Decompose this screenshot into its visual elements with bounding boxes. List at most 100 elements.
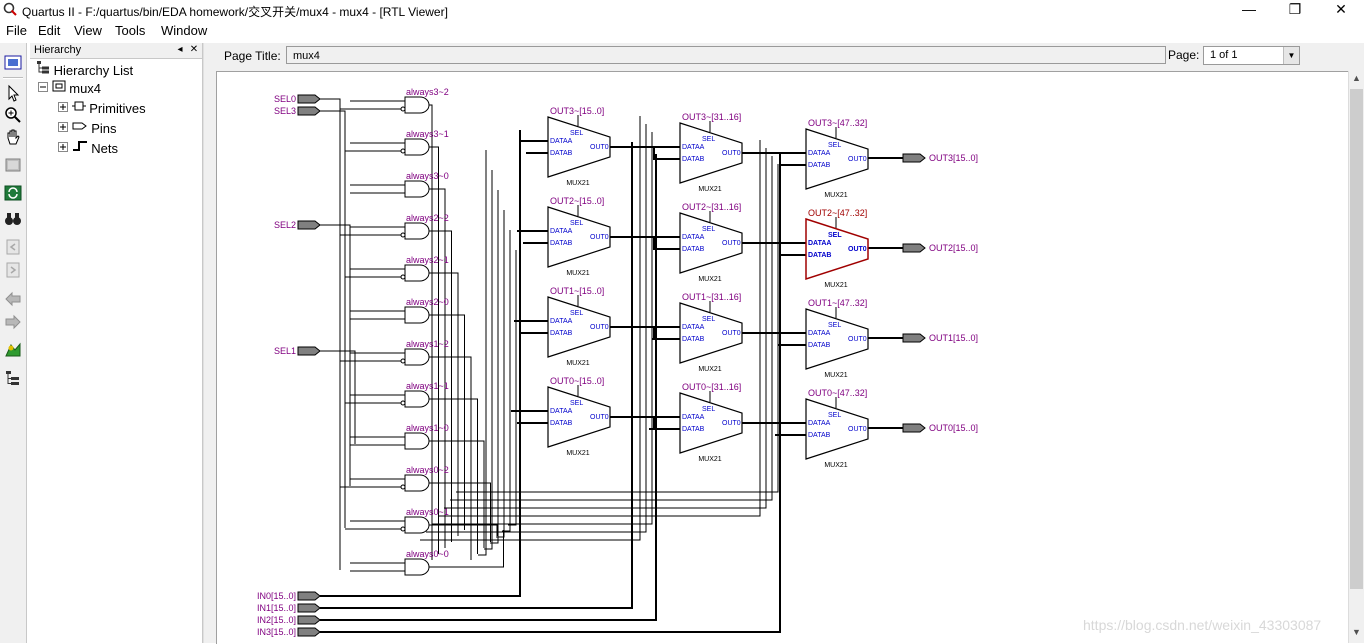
panel-splitter[interactable] bbox=[203, 43, 213, 643]
mux-pin-out: OUT0 bbox=[722, 240, 741, 247]
menu-bar: File Edit View Tools Window bbox=[0, 20, 1364, 40]
menu-edit[interactable]: Edit bbox=[38, 23, 60, 38]
mux-chain-bus bbox=[610, 236, 680, 250]
gate-label: always2~2 bbox=[406, 213, 449, 223]
mux-pin-datab: DATAB bbox=[550, 150, 573, 157]
mux-type-label: MUX21 bbox=[698, 456, 721, 463]
hierarchy-icon[interactable] bbox=[3, 368, 23, 388]
mux-type-label: MUX21 bbox=[824, 372, 847, 379]
mux-pin-dataa: DATAA bbox=[682, 144, 705, 151]
hand-icon[interactable] bbox=[3, 127, 23, 147]
menu-window[interactable]: Window bbox=[161, 23, 207, 38]
input-pin-label: SEL3 bbox=[274, 106, 296, 116]
forward-page-icon[interactable] bbox=[3, 260, 23, 280]
mux-type-label: MUX21 bbox=[824, 462, 847, 469]
mux-pin-dataa: DATAA bbox=[682, 414, 705, 421]
input-pin-sel1 bbox=[297, 346, 321, 356]
netlist-icon[interactable] bbox=[3, 340, 23, 360]
gate-output-wire bbox=[429, 146, 439, 554]
mux-pin-datab: DATAB bbox=[550, 330, 573, 337]
mux-pin-out: OUT0 bbox=[848, 246, 867, 253]
quartus-app-icon bbox=[3, 2, 17, 16]
menu-tools[interactable]: Tools bbox=[115, 23, 145, 38]
tree-root[interactable]: Hierarchy List bbox=[36, 60, 133, 78]
and-gate bbox=[404, 432, 430, 450]
and-gate bbox=[404, 264, 430, 282]
input-bus-pin-1 bbox=[297, 603, 321, 613]
expand-icon[interactable] bbox=[58, 102, 68, 112]
collapse-icon[interactable] bbox=[38, 82, 48, 92]
mux-label: OUT2~[47..32] bbox=[808, 208, 867, 218]
binoculars-icon[interactable] bbox=[3, 209, 23, 229]
title-bar: Quartus II - F:/quartus/bin/EDA homework… bbox=[0, 0, 1364, 20]
page-title-label: Page Title: bbox=[224, 49, 281, 63]
page-select[interactable]: 1 of 1 ▼ bbox=[1203, 46, 1300, 65]
mux-pin-dataa: DATAA bbox=[808, 240, 831, 247]
output-pin-3 bbox=[902, 423, 926, 433]
and-gate bbox=[404, 558, 430, 576]
schematic[interactable]: SEL0 SEL3 SEL2 SEL1 IN0[15..0] IN1[15..0] IN2[… bbox=[217, 72, 1348, 644]
mux-pin-sel: SEL bbox=[828, 232, 842, 239]
mux-pin-out: OUT0 bbox=[848, 156, 867, 163]
mux-label: OUT2~[15..0] bbox=[550, 196, 604, 206]
menu-file[interactable]: File bbox=[6, 23, 27, 38]
chevron-down-icon[interactable]: ▼ bbox=[1283, 47, 1299, 64]
minimize-button[interactable]: — bbox=[1226, 0, 1272, 20]
gate-output-wire bbox=[429, 272, 459, 536]
scroll-thumb[interactable] bbox=[1350, 89, 1363, 589]
mux-label: OUT0~[31..16] bbox=[682, 382, 741, 392]
tree-item-nets-label: Nets bbox=[91, 141, 118, 157]
schematic-canvas[interactable]: SEL0 SEL3 SEL2 SEL1 IN0[15..0] IN1[15..0] IN2[… bbox=[216, 71, 1348, 644]
select-icon[interactable] bbox=[3, 83, 23, 103]
gate-label: always1~2 bbox=[406, 339, 449, 349]
expand-icon[interactable] bbox=[58, 122, 68, 132]
scroll-down-icon[interactable]: ▼ bbox=[1352, 627, 1361, 637]
hierarchy-panel-header: Hierarchy ◂ ✕ bbox=[30, 43, 202, 59]
input-bus-label: IN3[15..0] bbox=[257, 627, 296, 637]
inverter-bubble bbox=[400, 400, 406, 406]
rtl-viewer-icon[interactable] bbox=[3, 53, 23, 73]
refresh-icon[interactable] bbox=[3, 183, 23, 203]
mux-pin-out: OUT0 bbox=[590, 234, 609, 241]
back-page-icon[interactable] bbox=[3, 237, 23, 257]
vertical-scrollbar[interactable]: ▲ ▼ bbox=[1348, 71, 1364, 643]
and-gate bbox=[404, 180, 430, 198]
back-icon[interactable] bbox=[3, 289, 23, 309]
output-pin-label: OUT1[15..0] bbox=[929, 333, 978, 343]
mux-pin-sel: SEL bbox=[828, 412, 841, 419]
mux-chain-bus bbox=[610, 416, 680, 430]
panel-dock-button[interactable]: ◂ bbox=[174, 43, 186, 57]
forward-icon[interactable] bbox=[3, 312, 23, 332]
entity-icon bbox=[52, 80, 66, 92]
scroll-up-icon[interactable]: ▲ bbox=[1352, 73, 1361, 83]
close-button[interactable]: ✕ bbox=[1318, 0, 1364, 20]
expand-icon[interactable] bbox=[58, 142, 68, 152]
mux-pin-datab: DATAB bbox=[550, 240, 573, 247]
sel-net bbox=[320, 98, 341, 570]
restore-button[interactable]: ❐ bbox=[1272, 0, 1318, 20]
tree-item-nets[interactable]: Nets bbox=[58, 140, 118, 158]
mux-type-label: MUX21 bbox=[698, 276, 721, 283]
mux-pin-out: OUT0 bbox=[590, 414, 609, 421]
panel-close-button[interactable]: ✕ bbox=[188, 43, 200, 57]
net-icon bbox=[72, 141, 87, 151]
mux-type-label: MUX21 bbox=[566, 270, 589, 277]
and-gate bbox=[404, 222, 430, 240]
mux-pin-out: OUT0 bbox=[722, 330, 741, 337]
tree-item-primitives[interactable]: Primitives bbox=[58, 100, 146, 118]
gate-label: always3~2 bbox=[406, 87, 449, 97]
mux-chain-bus bbox=[610, 326, 680, 340]
zoom-icon[interactable] bbox=[3, 105, 23, 125]
mux-pin-dataa: DATAA bbox=[682, 234, 705, 241]
tree-item-pins[interactable]: Pins bbox=[58, 120, 117, 138]
inverter-bubble bbox=[400, 274, 406, 280]
hierarchy-panel-title: Hierarchy bbox=[34, 44, 82, 56]
mux-pin-out: OUT0 bbox=[590, 324, 609, 331]
tree-item-mux4[interactable]: mux4 bbox=[38, 80, 101, 98]
gate-label: always3~0 bbox=[406, 171, 449, 181]
input-bus-pin-3 bbox=[297, 627, 321, 637]
rtl-viewer: Page Title: mux4 Page: 1 of 1 ▼ SEL0 SEL3… bbox=[213, 43, 1364, 644]
mux-chain-bus bbox=[742, 152, 806, 166]
fit-icon[interactable] bbox=[3, 155, 23, 175]
menu-view[interactable]: View bbox=[74, 23, 102, 38]
